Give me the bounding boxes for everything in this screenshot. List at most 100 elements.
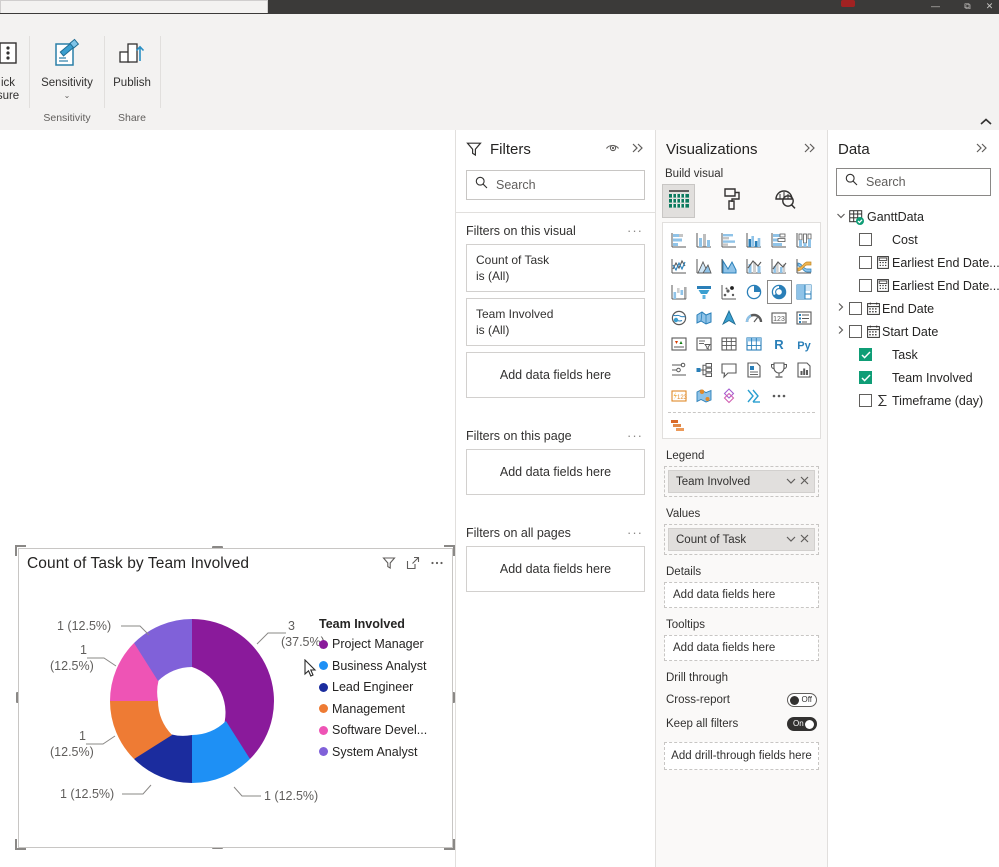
field-checkbox[interactable]: [859, 256, 872, 269]
chevron-down-icon[interactable]: [786, 476, 796, 488]
expand-pane-icon[interactable]: [975, 142, 989, 157]
chevron-down-icon[interactable]: [786, 534, 796, 546]
report-canvas[interactable]: Count of Task by Team Involved 3 (37.5%)…: [0, 130, 455, 867]
field-checkbox[interactable]: [859, 233, 872, 246]
visual-type-pie-chart[interactable]: [741, 280, 766, 304]
window-tab[interactable]: [0, 0, 268, 13]
visual-type-waterfall-chart[interactable]: [666, 280, 691, 304]
visual-type-100-stacked-bar-chart[interactable]: [767, 228, 792, 252]
filter-card-count-of-task[interactable]: Count of Task is (All): [466, 244, 645, 292]
visual-type-slicer[interactable]: [691, 332, 716, 356]
legend-item[interactable]: Project Manager: [319, 637, 447, 651]
restore-button[interactable]: ⧉: [962, 2, 973, 11]
visual-type-azure-map[interactable]: [716, 306, 741, 330]
donut-chart[interactable]: 3 (37.5%) 1 (12.5%) 1 (12.5%) 1 (12.5%) …: [37, 604, 327, 839]
chevron-right-icon[interactable]: [836, 325, 849, 338]
more-options-icon[interactable]: [430, 556, 444, 575]
visual-type-key-influencers[interactable]: [666, 358, 691, 382]
minimize-button[interactable]: —: [930, 2, 941, 11]
visual-type-card[interactable]: 123: [767, 306, 792, 330]
drill-through-dropzone[interactable]: Add drill-through fields here: [664, 742, 819, 770]
sensitivity-button[interactable]: Sensitivity ⌄ Sensitivity: [34, 32, 100, 126]
more-options-icon[interactable]: ···: [627, 223, 643, 238]
tab-format-visual[interactable]: [715, 184, 748, 218]
visual-type-100-stacked-column-chart[interactable]: [792, 228, 817, 252]
custom-visual-entry[interactable]: [666, 416, 817, 436]
field-checkbox[interactable]: [849, 302, 862, 315]
more-options-icon[interactable]: ···: [627, 525, 643, 540]
collapse-ribbon-button[interactable]: [979, 117, 993, 129]
visual-type-arcgis-maps[interactable]: [691, 384, 716, 408]
visual-type-stacked-bar-chart[interactable]: [666, 228, 691, 252]
data-field-end-date[interactable]: End Date: [828, 297, 999, 320]
visual-type-treemap[interactable]: [792, 280, 817, 304]
chevron-right-icon[interactable]: [836, 302, 849, 315]
publish-button[interactable]: Publish Share: [104, 32, 160, 126]
field-pill-count-of-task[interactable]: Count of Task: [668, 528, 815, 551]
visual-type-area-chart[interactable]: [691, 254, 716, 278]
cross-report-toggle[interactable]: Off: [787, 693, 817, 707]
visual-type-python-visual[interactable]: Py: [792, 332, 817, 356]
visual-type-table[interactable]: [716, 332, 741, 356]
well-details-dropzone[interactable]: Add data fields here: [664, 582, 819, 608]
visual-type-azure-stream[interactable]: [741, 384, 766, 408]
visual-type-power-apps[interactable]: 123: [666, 384, 691, 408]
visual-type-q-and-a[interactable]: [716, 358, 741, 382]
legend-item[interactable]: System Analyst: [319, 745, 447, 759]
visual-type-more-visuals[interactable]: [767, 384, 792, 408]
visual-type-power-automate[interactable]: [716, 384, 741, 408]
visual-type-ribbon-chart[interactable]: [792, 254, 817, 278]
field-checkbox[interactable]: [859, 394, 872, 407]
visual-type-clustered-bar-chart[interactable]: [716, 228, 741, 252]
legend-item[interactable]: Software Devel...: [319, 723, 447, 737]
close-button[interactable]: ✕: [984, 2, 995, 11]
visual-type-multi-row-card[interactable]: [792, 306, 817, 330]
more-options-icon[interactable]: ···: [627, 428, 643, 443]
field-pill-team-involved[interactable]: Team Involved: [668, 470, 815, 493]
filter-icon[interactable]: [382, 556, 396, 575]
visual-type-line-and-clustered-column-chart[interactable]: [767, 254, 792, 278]
field-checkbox[interactable]: [859, 279, 872, 292]
visual-type-kpi[interactable]: [666, 332, 691, 356]
tab-build-visual[interactable]: [662, 184, 696, 218]
visual-type-stacked-area-chart[interactable]: [716, 254, 741, 278]
visual-type-paginated-report[interactable]: [792, 358, 817, 382]
data-table-ganttdata[interactable]: GanttData: [828, 206, 999, 228]
filter-card-team-involved[interactable]: Team Involved is (All): [466, 298, 645, 346]
remove-field-icon[interactable]: [800, 476, 809, 488]
visual-type-metrics[interactable]: [767, 358, 792, 382]
chevron-down-icon[interactable]: ⌄: [64, 91, 71, 100]
visual-type-smart-narrative[interactable]: [741, 358, 766, 382]
well-tooltips-dropzone[interactable]: Add data fields here: [664, 635, 819, 661]
visual-type-matrix[interactable]: [741, 332, 766, 356]
filters-page-dropzone[interactable]: Add data fields here: [466, 449, 645, 495]
filters-all-pages-dropzone[interactable]: Add data fields here: [466, 546, 645, 592]
visual-type-donut-chart[interactable]: [766, 280, 792, 304]
visual-type-funnel-chart[interactable]: [691, 280, 716, 304]
chevron-down-icon[interactable]: [836, 211, 849, 224]
visual-type-line-and-stacked-column-chart[interactable]: [741, 254, 766, 278]
data-search-input[interactable]: Search: [836, 168, 991, 196]
well-legend[interactable]: Team Involved: [664, 466, 819, 497]
expand-pane-icon[interactable]: [631, 142, 645, 157]
visual-type-scatter-chart[interactable]: [716, 280, 741, 304]
data-field-timeframe-day[interactable]: Timeframe (day): [828, 389, 999, 412]
visual-type-gauge-chart[interactable]: [741, 306, 766, 330]
visual-type-line-chart[interactable]: [666, 254, 691, 278]
focus-mode-icon[interactable]: [406, 556, 420, 575]
data-field-earliest-end-date-2[interactable]: Earliest End Date...: [828, 274, 999, 297]
data-field-start-date[interactable]: Start Date: [828, 320, 999, 343]
visual-type-decomposition-tree[interactable]: [691, 358, 716, 382]
legend-item[interactable]: Management: [319, 702, 447, 716]
field-checkbox[interactable]: [859, 348, 872, 361]
expand-pane-icon[interactable]: [803, 142, 817, 157]
legend-item[interactable]: Business Analyst: [319, 659, 447, 673]
visual-type-r-script-visual[interactable]: R: [767, 332, 792, 356]
legend-item[interactable]: Lead Engineer: [319, 680, 447, 694]
filters-visual-dropzone[interactable]: Add data fields here: [466, 352, 645, 398]
visual-type-filled-map[interactable]: [691, 306, 716, 330]
data-field-earliest-end-date-1[interactable]: Earliest End Date...: [828, 251, 999, 274]
field-checkbox[interactable]: [859, 371, 872, 384]
filters-search-input[interactable]: Search: [466, 170, 645, 200]
well-values[interactable]: Count of Task: [664, 524, 819, 555]
